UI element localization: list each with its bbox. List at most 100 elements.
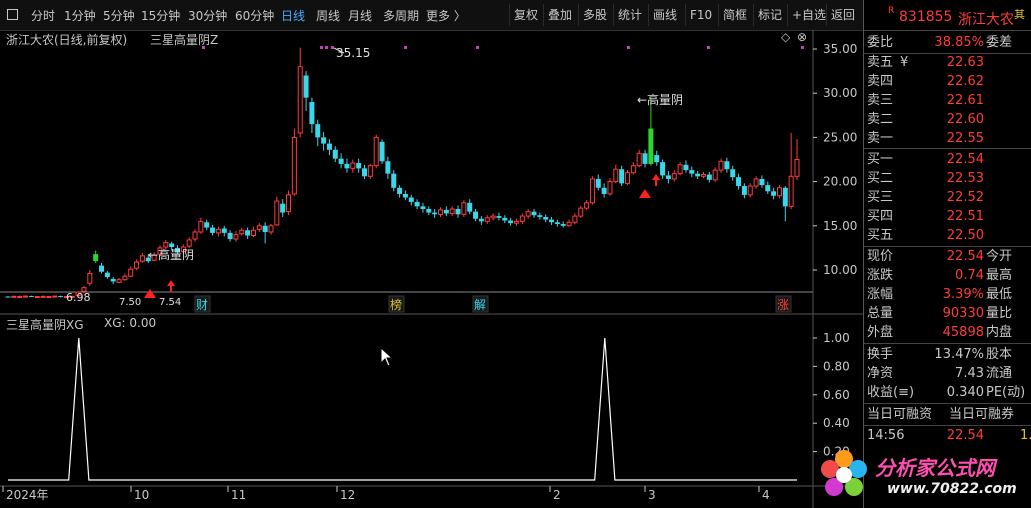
toolbar-button-5[interactable]: F10 (685, 4, 716, 26)
candle-body (747, 185, 753, 196)
candle-body (286, 194, 292, 213)
period-tab-3[interactable]: 15分钟 (141, 7, 180, 24)
toolbar-button-4[interactable]: 画线 (648, 4, 681, 26)
candle-body (484, 217, 490, 222)
toolbar-button-7[interactable]: 标记 (753, 4, 786, 26)
up-triangle-icon (144, 289, 156, 298)
candle-body (215, 228, 221, 234)
buy-price[interactable]: 22.54 (947, 150, 984, 169)
toolbar-button-3[interactable]: 统计 (613, 4, 646, 26)
buy-price[interactable]: 22.52 (947, 188, 984, 207)
stat-row: 净资 7.43 流通 (864, 364, 1031, 383)
candle-body (402, 193, 408, 198)
stat-value: 7.43 (955, 366, 984, 381)
buy-level-label: 买五 (867, 228, 894, 243)
tick-price: 22.54 (946, 428, 984, 443)
wei-cha-label: 委差 (986, 35, 1013, 50)
candle-body (169, 243, 175, 248)
candle-body (525, 211, 531, 217)
candle-body (455, 209, 461, 215)
toolbar-button-9[interactable]: 返回 (826, 4, 859, 26)
candle-body (753, 178, 759, 187)
buy-level-label: 买三 (867, 190, 894, 205)
site-watermark: 分析家公式网 www.70822.com (815, 445, 1031, 505)
more-tab[interactable]: 其 (1014, 6, 1025, 22)
candle-body (513, 220, 519, 224)
toolbar-button-8[interactable]: +自选 (787, 4, 830, 26)
tick-row: 14:56 22.54 1. (864, 426, 1031, 445)
event-marker-1: 榜 (390, 297, 402, 312)
stat-value: 22.54 (946, 249, 984, 264)
sub-chart-title: 三星高量阴XG (6, 318, 84, 332)
sell-price[interactable]: 22.63 (947, 53, 984, 72)
buy-row: 买一 22.54 (864, 150, 1031, 169)
margin-short-label: 当日可融券 (949, 407, 1015, 422)
watermark-text: 分析家公式网 (875, 456, 995, 480)
wei-bi-label: 委比 (867, 35, 894, 50)
x-tick-label: 12 (340, 488, 355, 502)
stat-label: 外盘 (867, 325, 894, 340)
period-tab-9[interactable]: 多周期 (383, 7, 419, 24)
buy-price[interactable]: 22.51 (947, 207, 984, 226)
candle-body (683, 164, 689, 171)
candle-body (636, 152, 642, 167)
sell-price[interactable]: 22.62 (947, 72, 984, 91)
candle-body (572, 215, 578, 223)
stat-label: 净资 (867, 366, 894, 381)
buy-price[interactable]: 22.50 (947, 226, 984, 245)
candle-body (554, 222, 560, 225)
watermark-url: www.70822.com (887, 481, 1017, 497)
candle-body (239, 229, 245, 235)
x-tick-label: 2 (553, 488, 561, 502)
up-arrow-icon (652, 174, 660, 186)
candle-body (490, 215, 496, 219)
toolbar-button-0[interactable]: 复权 (509, 4, 542, 26)
candle-body (607, 181, 613, 195)
sell-price[interactable]: 22.55 (947, 129, 984, 148)
stat-row: 换手 13.47% 股本 (864, 345, 1031, 364)
period-tab-1[interactable]: 1分钟 (64, 7, 96, 24)
candle-body (186, 239, 192, 247)
candle-body (192, 231, 198, 240)
candlestick-chart: 35.00 30.00 25.00 20.00 15.00 10.00 1.00 0.80 0.… (0, 30, 863, 508)
low2-label: 7.50 (119, 297, 141, 308)
period-tab-4[interactable]: 30分钟 (188, 7, 227, 24)
event-marker-0: 财 (196, 298, 208, 312)
period-tab-7[interactable]: 周线 (316, 7, 340, 24)
candle-body (28, 296, 34, 298)
buy-price[interactable]: 22.53 (947, 169, 984, 188)
period-tab-0[interactable]: 分时 (31, 7, 55, 24)
high-label: 35.15 (336, 46, 370, 60)
candle-body (730, 169, 736, 178)
candle-body (584, 202, 590, 209)
period-tab-5[interactable]: 60分钟 (235, 7, 274, 24)
sell-price[interactable]: 22.61 (947, 91, 984, 110)
candle-body (362, 168, 368, 177)
candle-body (741, 186, 747, 195)
candle-body (724, 161, 730, 170)
candle-body (537, 215, 543, 217)
high-vol-label-1: ←高量阴 (148, 247, 194, 262)
stat-value: 13.47% (934, 347, 984, 362)
period-tab-2[interactable]: 5分钟 (103, 7, 135, 24)
candle-body (426, 209, 432, 213)
candle-body (397, 187, 403, 194)
toolbar-button-1[interactable]: 叠加 (543, 4, 576, 26)
candle-body (665, 175, 671, 179)
candle-body (478, 218, 484, 222)
candle-body (233, 234, 239, 240)
stat-row: 收益(≡) 0.340 PE(动) (864, 383, 1031, 402)
toolbar-button-2[interactable]: 多股 (578, 4, 611, 26)
candle-body (689, 170, 695, 174)
toolbar-button-6[interactable]: 简框 (718, 4, 751, 26)
candle-body (373, 136, 379, 167)
panel-toggle-icon[interactable] (7, 9, 18, 20)
period-tab-6[interactable]: 日线 (281, 7, 305, 24)
candle-body (17, 296, 23, 299)
candle-body (700, 174, 706, 177)
y-tick-label: 25.00 (823, 130, 857, 144)
sell-price[interactable]: 22.60 (947, 110, 984, 129)
period-tab-10[interactable]: 更多 〉 (426, 7, 466, 24)
stat-label-2: 股本 (986, 347, 1013, 362)
period-tab-8[interactable]: 月线 (348, 7, 372, 24)
